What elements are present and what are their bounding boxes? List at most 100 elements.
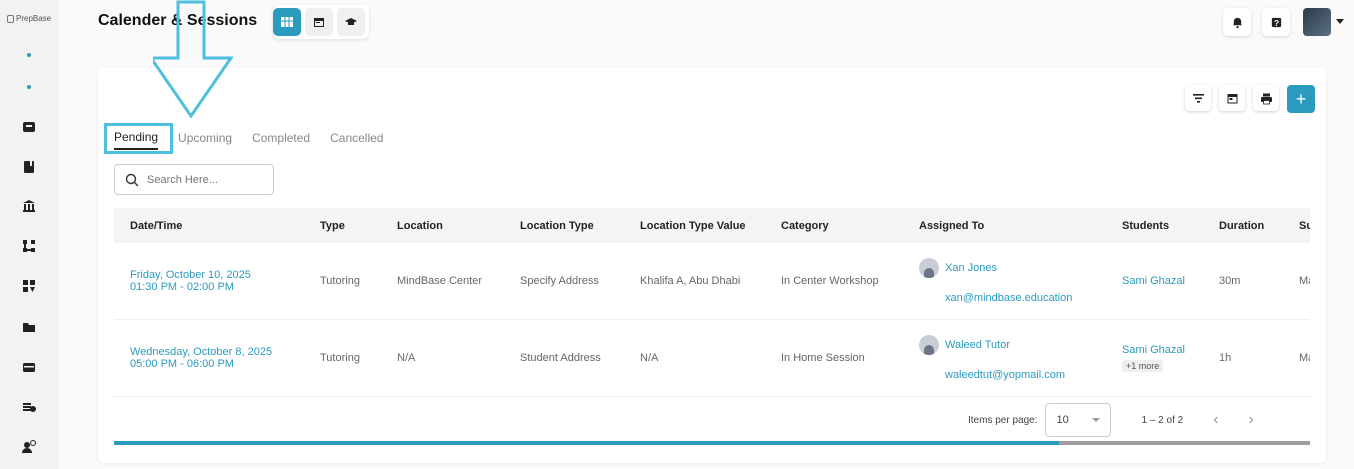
tab-cancelled[interactable]: Cancelled [330, 131, 383, 149]
coins-icon[interactable] [20, 398, 38, 416]
location-type-value-cell: N/A [640, 352, 659, 364]
add-session-button[interactable]: + [1287, 85, 1315, 113]
table-view-button[interactable] [273, 8, 301, 36]
assigned-email[interactable]: waleedtut@yopmail.com [919, 369, 1106, 381]
column-header[interactable]: Date/Time [114, 220, 304, 232]
notifications-button[interactable] [1223, 8, 1251, 36]
chevron-down-icon[interactable] [1336, 19, 1344, 24]
location-cell: N/A [397, 352, 416, 364]
date-time-cell[interactable]: Wednesday, October 8, 2025 05:00 PM - 06:… [114, 346, 304, 370]
sidebar: PrepBase [0, 0, 58, 469]
plus-icon: + [1295, 88, 1307, 109]
column-header[interactable]: Su [1283, 220, 1310, 232]
calendar-icon [1227, 93, 1237, 103]
search-box[interactable] [114, 164, 274, 195]
subject-cell: Ma [1299, 352, 1310, 364]
avatar [919, 335, 939, 355]
print-icon [1260, 93, 1272, 104]
scrollbar-thumb[interactable] [114, 441, 1059, 445]
print-button[interactable] [1253, 85, 1279, 111]
search-icon [125, 173, 139, 186]
bank-icon[interactable] [20, 197, 38, 215]
search-input[interactable] [147, 173, 257, 186]
column-header[interactable]: Category [765, 220, 903, 232]
type-cell: Tutoring [320, 352, 360, 364]
calendar-icon [314, 18, 324, 27]
location-cell: MindBase Center [397, 275, 482, 287]
tab-completed[interactable]: Completed [252, 131, 310, 149]
assigned-name[interactable]: Xan Jones [945, 262, 997, 274]
nav-dot[interactable] [27, 53, 31, 57]
items-per-page-label: Items per page: [968, 414, 1038, 426]
paginator: Items per page: 10 1 – 2 of 2 ‹ › [968, 403, 1254, 437]
assigned-to-cell: Xan Jones xan@mindbase.education [903, 258, 1106, 304]
student-name[interactable]: Sami Ghazal [1122, 344, 1203, 356]
logo-text: PrepBase [16, 14, 52, 23]
assigned-name[interactable]: Waleed Tutor [945, 339, 1010, 351]
next-page-button[interactable]: › [1249, 411, 1254, 429]
column-header[interactable]: Location [381, 220, 504, 232]
duration-cell: 30m [1219, 275, 1241, 287]
location-type-cell: Specify Address [520, 275, 599, 287]
category-cell: In Center Workshop [781, 275, 879, 287]
students-cell: Sami Ghazal +1 more [1106, 344, 1203, 372]
user-avatar[interactable] [1303, 8, 1331, 36]
calendar-view-button[interactable] [305, 8, 333, 36]
page-range: 1 – 2 of 2 [1141, 414, 1184, 426]
column-header[interactable]: Location Type [504, 220, 624, 232]
items-per-page-value: 10 [1056, 414, 1069, 426]
bell-icon [1232, 17, 1242, 28]
filter-button[interactable] [1185, 85, 1211, 111]
chevron-down-icon [1092, 418, 1101, 422]
column-header[interactable]: Type [304, 220, 381, 232]
tab-upcoming[interactable]: Upcoming [178, 131, 232, 149]
folder-icon[interactable] [20, 318, 38, 336]
svg-text:?: ? [1273, 17, 1278, 27]
nav-dot[interactable] [27, 85, 31, 89]
card-icon[interactable] [20, 358, 38, 376]
session-time: 01:30 PM - 02:00 PM [130, 281, 234, 293]
table-row[interactable]: Friday, October 10, 2025 01:30 PM - 02:00… [114, 243, 1310, 320]
help-icon: ? [1271, 17, 1281, 27]
subject-cell: Ma [1299, 275, 1310, 287]
dashboard-icon[interactable] [20, 277, 38, 295]
toolbar: + [1185, 85, 1315, 113]
table-icon [281, 17, 293, 27]
book-icon[interactable] [20, 158, 38, 176]
store-icon[interactable] [20, 118, 38, 136]
column-header[interactable]: Duration [1203, 220, 1283, 232]
graduation-cap-icon [345, 18, 357, 25]
session-date: Friday, October 10, 2025 [130, 269, 251, 281]
table-header: Date/Time Type Location Location Type Lo… [114, 208, 1310, 243]
more-students-badge[interactable]: +1 more [1122, 360, 1164, 372]
column-header[interactable]: Assigned To [903, 220, 1106, 232]
items-per-page-select[interactable]: 10 [1045, 403, 1112, 437]
courses-view-button[interactable] [337, 8, 365, 36]
help-button[interactable]: ? [1262, 8, 1290, 36]
session-date: Wednesday, October 8, 2025 [130, 346, 273, 358]
filter-icon [1192, 93, 1204, 103]
user-support-icon[interactable] [20, 438, 38, 456]
tab-highlight-box [104, 123, 173, 154]
sessions-card: + Pending Upcoming Completed Cancelled D… [98, 68, 1326, 463]
previous-page-button[interactable]: ‹ [1213, 411, 1218, 429]
horizontal-scrollbar[interactable] [114, 441, 1310, 445]
main-area: Calender & Sessions ? + Pending Upcoming… [58, 0, 1354, 469]
workflow-icon[interactable] [20, 237, 38, 255]
annotation-arrow [153, 0, 234, 119]
column-header[interactable]: Students [1106, 220, 1203, 232]
column-header[interactable]: Location Type Value [624, 220, 765, 232]
sessions-table: Date/Time Type Location Location Type Lo… [114, 208, 1310, 397]
duration-cell: 1h [1219, 352, 1232, 364]
assigned-email[interactable]: xan@mindbase.education [919, 292, 1106, 304]
date-picker-button[interactable] [1219, 85, 1245, 111]
category-cell: In Home Session [781, 352, 865, 364]
type-cell: Tutoring [320, 275, 360, 287]
table-row[interactable]: Wednesday, October 8, 2025 05:00 PM - 06:… [114, 320, 1310, 397]
session-time: 05:00 PM - 06:00 PM [130, 358, 234, 370]
location-type-cell: Student Address [520, 352, 601, 364]
date-time-cell[interactable]: Friday, October 10, 2025 01:30 PM - 02:00… [114, 269, 304, 293]
app-logo[interactable]: PrepBase [7, 14, 51, 23]
students-cell[interactable]: Sami Ghazal [1106, 275, 1203, 287]
assigned-to-cell: Waleed Tutor waleedtut@yopmail.com [903, 335, 1106, 381]
